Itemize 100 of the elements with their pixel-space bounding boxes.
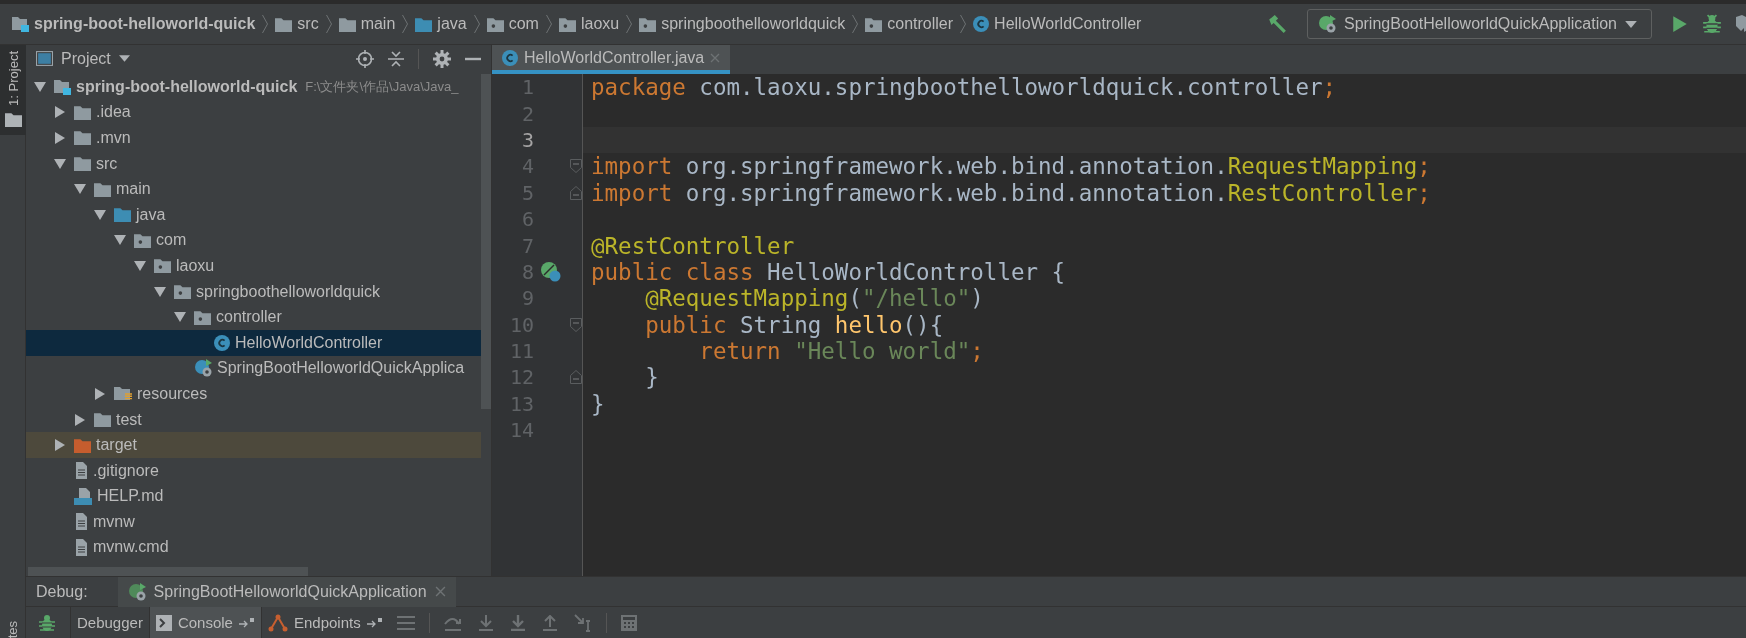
breadcrumb-item[interactable]: spring-boot-helloworld-quick xyxy=(34,15,256,33)
bug-icon xyxy=(1702,14,1722,34)
breadcrumb-item[interactable]: java xyxy=(437,15,467,33)
collapse-arrow-icon[interactable] xyxy=(34,80,46,93)
tree-item[interactable]: spring-boot-helloworld-quick F:\文件夹\作品\Java\Java_ xyxy=(26,74,481,100)
folder-icon xyxy=(94,181,111,197)
spring-bean-icon xyxy=(541,261,561,282)
folder-icon xyxy=(74,437,91,453)
code-line: } xyxy=(591,390,605,417)
expand-arrow-icon[interactable] xyxy=(94,387,106,400)
spring-app-icon xyxy=(127,582,146,601)
tree-item[interactable]: mvnw.cmd xyxy=(26,534,481,561)
module-folder-icon xyxy=(12,16,29,32)
debug-tab[interactable]: Console xyxy=(148,607,261,638)
folder-icon xyxy=(4,111,22,127)
breadcrumb-item[interactable]: src xyxy=(297,15,319,33)
tree-item[interactable]: springboothelloworldquick xyxy=(26,278,481,305)
breadcrumb-item[interactable]: springboothelloworldquick xyxy=(661,15,846,33)
run-config-dropdown[interactable]: SpringBootHelloworldQuickApplication xyxy=(1306,9,1652,39)
tool-window-tab[interactable]: tes xyxy=(4,618,21,638)
breadcrumb-item[interactable]: HelloWorldController xyxy=(994,15,1142,33)
chevron-icon xyxy=(626,14,633,34)
tree-item[interactable]: controller xyxy=(26,304,481,330)
expand-arrow-icon[interactable] xyxy=(54,439,66,452)
tree-item[interactable]: java xyxy=(26,201,481,228)
collapse-arrow-icon[interactable] xyxy=(114,234,126,247)
folder-icon xyxy=(74,156,91,172)
file-icon xyxy=(74,513,88,531)
collapse-arrow-icon[interactable] xyxy=(94,208,106,221)
collapse-arrow-icon[interactable] xyxy=(54,157,66,170)
package-folder-icon xyxy=(558,16,576,32)
scrollbar[interactable] xyxy=(481,74,491,409)
tree-item[interactable]: test xyxy=(26,406,481,433)
collapse-arrow-icon[interactable] xyxy=(154,285,166,298)
tree-item[interactable]: target xyxy=(26,432,481,458)
chevron-icon xyxy=(402,14,409,34)
collapse-arrow-icon[interactable] xyxy=(74,183,86,196)
pin-icon xyxy=(366,617,383,628)
collapse-arrow-icon[interactable] xyxy=(174,311,186,324)
file-tab[interactable]: HelloWorldController.java xyxy=(492,45,731,74)
code-line: @RequestMapping("/hello") xyxy=(644,285,984,312)
locate-icon xyxy=(356,49,374,68)
settings-icon xyxy=(433,49,451,68)
class-icon xyxy=(973,16,990,32)
console-icon xyxy=(155,614,172,631)
tree-item[interactable]: main xyxy=(26,176,481,202)
expand-arrow-icon[interactable] xyxy=(54,132,66,144)
markdown-file-icon xyxy=(74,487,92,505)
tree-item[interactable]: .mvn xyxy=(26,125,481,151)
chevron-icon xyxy=(852,14,859,34)
caret-icon xyxy=(118,55,130,62)
breadcrumb-item[interactable]: laoxu xyxy=(580,15,620,33)
file-icon xyxy=(74,539,88,556)
hammer-icon xyxy=(1266,14,1287,34)
tree-item[interactable]: mvnw xyxy=(26,509,481,535)
collapse-arrow-icon[interactable] xyxy=(134,259,146,272)
tool-window-tab[interactable]: 1: Project xyxy=(0,45,26,135)
folder-icon xyxy=(275,16,293,32)
chevron-icon xyxy=(960,14,967,34)
minimize-icon xyxy=(465,56,481,61)
package-folder-icon xyxy=(486,16,504,32)
debug-tab[interactable]: Endpoints xyxy=(260,607,389,638)
tree-item[interactable]: HelloWorldController xyxy=(26,329,481,356)
tree-item[interactable]: HELP.md xyxy=(26,483,481,510)
run-icon xyxy=(1672,15,1688,33)
debug-tab[interactable]: Debugger xyxy=(70,607,149,638)
tree-item[interactable]: .idea xyxy=(26,99,481,126)
code-line: return "Hello world"; xyxy=(698,338,984,365)
tree-item[interactable]: src xyxy=(26,150,481,177)
chevron-icon xyxy=(262,14,269,34)
breadcrumb-item[interactable]: main xyxy=(360,15,396,33)
code-line: public class HelloWorldController { xyxy=(591,258,1066,285)
tree-item[interactable]: resources xyxy=(26,381,481,407)
bug-icon xyxy=(38,613,56,632)
expand-arrow-icon[interactable] xyxy=(74,413,86,426)
spring-app-icon xyxy=(194,359,212,378)
session-tab[interactable]: SpringBootHelloworldQuickApplication xyxy=(117,576,456,607)
line-number: 3 xyxy=(520,127,534,152)
project-view-dropdown[interactable]: Project xyxy=(36,49,130,68)
folder-icon xyxy=(74,104,91,120)
chevron-icon xyxy=(325,14,332,34)
scrollbar[interactable] xyxy=(28,567,308,576)
endpoints-icon xyxy=(267,613,288,632)
window-icon xyxy=(36,51,53,66)
tree-item[interactable]: laoxu xyxy=(26,253,481,279)
expand-arrow-icon[interactable] xyxy=(54,106,66,119)
spring-app-icon xyxy=(1317,15,1336,33)
folder-icon xyxy=(74,130,91,146)
caret-icon xyxy=(1625,20,1637,28)
tree-item[interactable]: SpringBootHelloworldQuickApplica xyxy=(26,355,481,382)
class-icon xyxy=(502,49,518,66)
breadcrumb-item[interactable]: com xyxy=(508,15,539,33)
folder-icon xyxy=(114,207,131,223)
panel-title: Debug: xyxy=(35,582,89,601)
pin-icon xyxy=(238,617,255,628)
package-folder-icon xyxy=(639,16,657,32)
tree-item[interactable]: com xyxy=(26,227,481,254)
tree-item[interactable]: .gitignore xyxy=(26,457,481,484)
code-line: } xyxy=(644,364,659,391)
breadcrumb-item[interactable]: controller xyxy=(887,15,954,33)
